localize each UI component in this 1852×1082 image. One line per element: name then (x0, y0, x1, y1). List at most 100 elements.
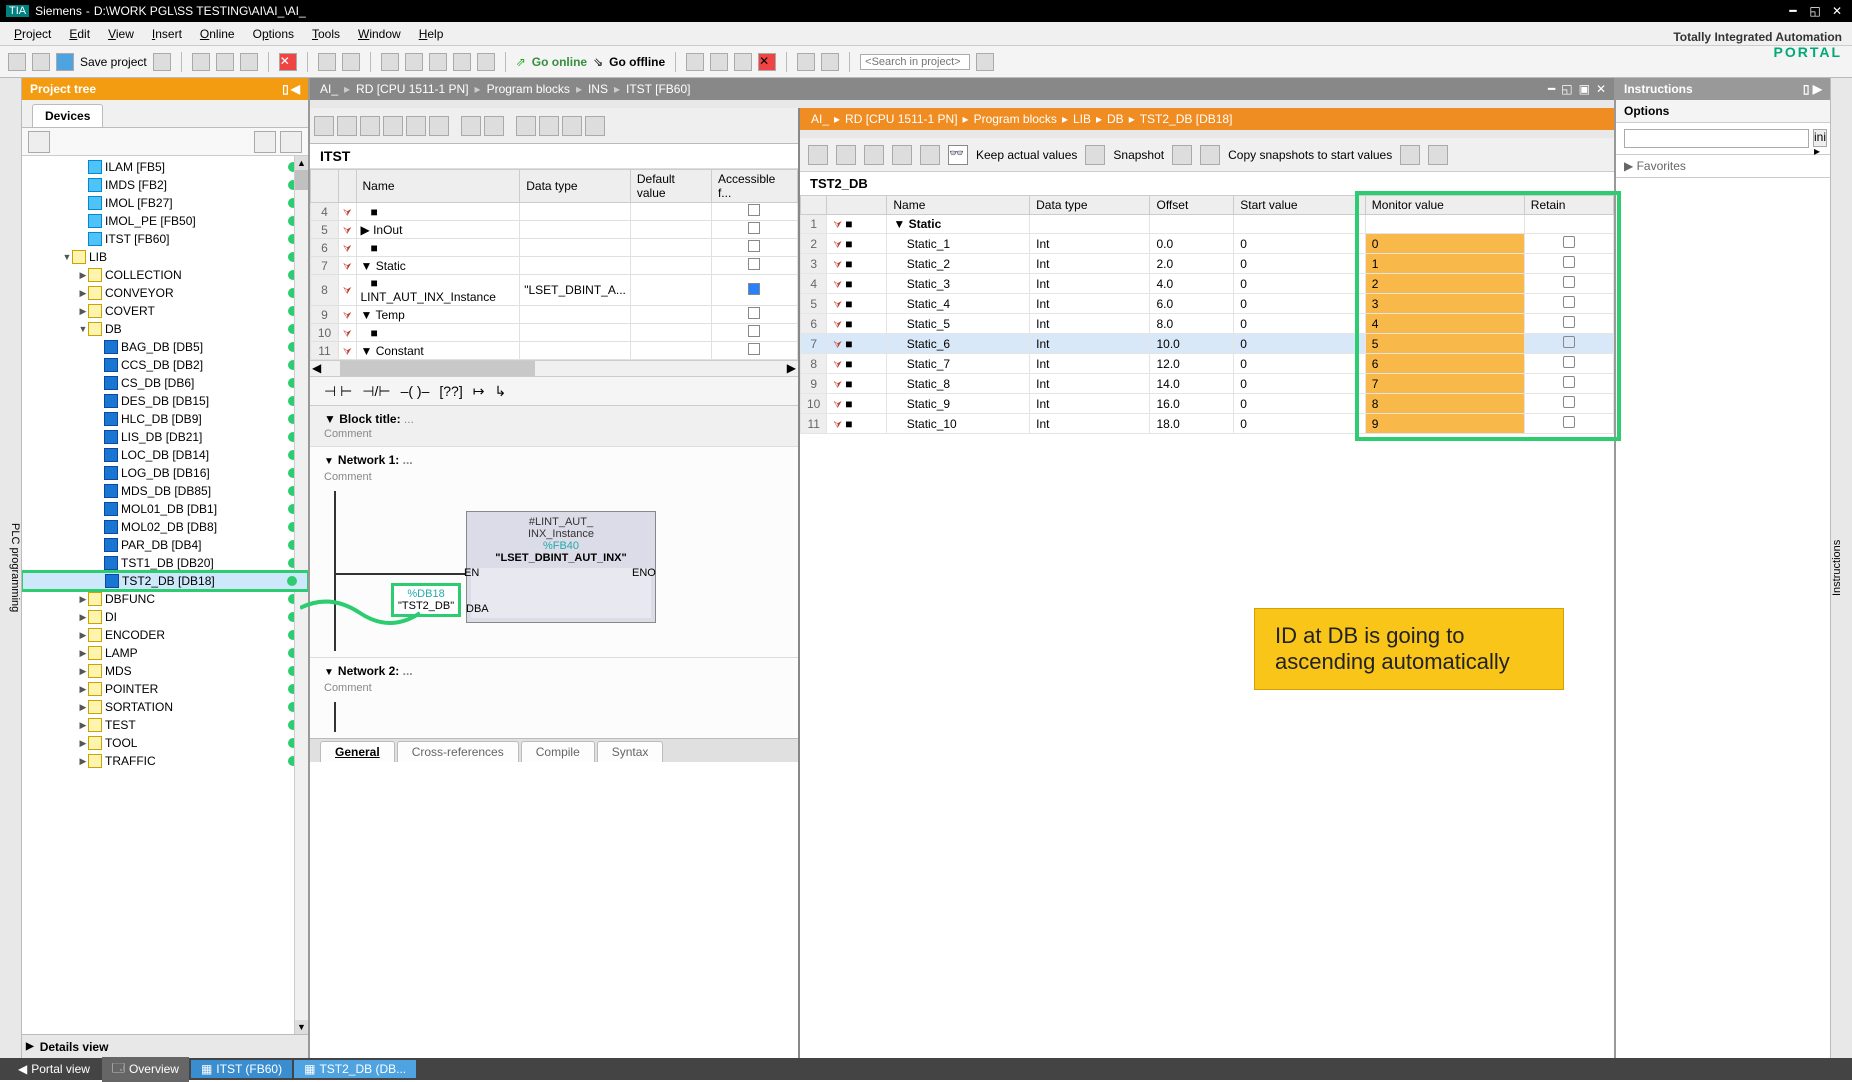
ct-icon[interactable] (562, 116, 582, 136)
monitor-row[interactable]: 8⮛ ■ Static_7Int12.006 (801, 354, 1614, 374)
db-reference-tag[interactable]: %DB18 "TST2_DB" (391, 583, 461, 617)
expand-icon[interactable]: ▶ (78, 288, 88, 299)
crumb[interactable]: AI_ (316, 82, 342, 96)
iface-row[interactable]: 8⮛ ■ LINT_AUT_INX_Instance"LSET_DBINT_A.… (311, 275, 798, 306)
contact-no-icon[interactable]: ⊣ ⊢ (324, 383, 352, 400)
monitor-row[interactable]: 3⮛ ■ Static_2Int2.001 (801, 254, 1614, 274)
minimize-button[interactable]: ━ (1784, 4, 1802, 18)
compile-icon[interactable] (429, 53, 447, 71)
new-icon[interactable] (8, 53, 26, 71)
tree-item-collection[interactable]: ▶COLLECTION (22, 266, 308, 284)
tree-item-tst1-db-db20-[interactable]: TST1_DB [DB20] (22, 554, 308, 572)
ct-icon[interactable] (429, 116, 449, 136)
crumb[interactable]: Program blocks (971, 112, 1060, 126)
details-view-bar[interactable]: ▶ Details view (22, 1034, 308, 1058)
project-search-input[interactable] (860, 54, 970, 70)
coil-icon[interactable]: –( )– (401, 383, 430, 399)
iface-row[interactable]: 6⮛ ■ (311, 239, 798, 257)
tree-item-imds-fb2-[interactable]: IMDS [FB2] (22, 176, 308, 194)
tree-item-tool[interactable]: ▶TOOL (22, 734, 308, 752)
tree-item-encoder[interactable]: ▶ENCODER (22, 626, 308, 644)
ct-icon[interactable] (406, 116, 426, 136)
expand-icon[interactable]: ▶ (78, 630, 88, 641)
tree-item-imol-fb27-[interactable]: IMOL [FB27] (22, 194, 308, 212)
fav-expand-icon[interactable]: ▶ (1624, 159, 1633, 173)
bt-expand-icon[interactable]: ▼ (324, 412, 336, 426)
expand-icon[interactable]: ▶ (78, 594, 88, 605)
monitor-row[interactable]: 5⮛ ■ Static_4Int6.003 (801, 294, 1614, 314)
menu-options[interactable]: Options (245, 25, 302, 43)
snap2-icon[interactable] (1200, 145, 1220, 165)
hmi-icon[interactable] (477, 53, 495, 71)
expand-icon[interactable]: ▶ (78, 612, 88, 623)
ct-icon[interactable] (337, 116, 357, 136)
rp-collapse-icon[interactable]: ▶ (1813, 82, 1822, 96)
tree-item-dbfunc[interactable]: ▶DBFUNC (22, 590, 308, 608)
iface-row[interactable]: 9⮛▼ Temp (311, 306, 798, 324)
tree-item-di[interactable]: ▶DI (22, 608, 308, 626)
crumb[interactable]: INS (584, 82, 612, 96)
expand-icon[interactable]: ▶ (78, 684, 88, 695)
tree-item-ilam-fb5-[interactable]: ILAM [FB5] (22, 158, 308, 176)
keep-icon[interactable] (1085, 145, 1105, 165)
expand-icon[interactable]: ▶ (78, 720, 88, 731)
tree-item-sortation[interactable]: ▶SORTATION (22, 698, 308, 716)
branch2-icon[interactable]: ↳ (494, 383, 506, 400)
tree-item-itst-fb60-[interactable]: ITST [FB60] (22, 230, 308, 248)
crumb[interactable]: AI_ (808, 112, 832, 126)
monitor-row[interactable]: 9⮛ ■ Static_8Int14.007 (801, 374, 1614, 394)
mt-icon[interactable] (864, 145, 884, 165)
iface-col-header[interactable] (339, 170, 357, 203)
print-icon[interactable] (153, 53, 171, 71)
expand-icon[interactable]: ▶ (78, 666, 88, 677)
box-icon[interactable]: [??] (439, 383, 462, 399)
pt-tool-3[interactable] (280, 131, 302, 153)
iface-row[interactable]: 4⮛ ■ (311, 203, 798, 221)
ct-icon[interactable] (314, 116, 334, 136)
snap-icon[interactable] (1172, 145, 1192, 165)
block-comment[interactable]: Comment (324, 428, 784, 440)
tree-item-lis-db-db21-[interactable]: LIS_DB [DB21] (22, 428, 308, 446)
tree-item-imol-pe-fb50-[interactable]: IMOL_PE [FB50] (22, 212, 308, 230)
mt-icon[interactable] (892, 145, 912, 165)
ct-icon[interactable] (539, 116, 559, 136)
mon-col-header[interactable]: Monitor value (1365, 196, 1524, 215)
mt-icon[interactable] (808, 145, 828, 165)
iface-row[interactable]: 7⮛▼ Static (311, 257, 798, 275)
expand-icon[interactable]: ▶ (78, 270, 88, 281)
keep-actual-button[interactable]: Keep actual values (976, 148, 1077, 162)
mt-icon[interactable] (920, 145, 940, 165)
iface-row[interactable]: 11⮛▼ Constant (311, 342, 798, 360)
editor-restore-icon[interactable]: ◱ (1559, 82, 1574, 96)
editor-min-icon[interactable]: ━ (1546, 82, 1557, 96)
tree-item-bag-db-db5-[interactable]: BAG_DB [DB5] (22, 338, 308, 356)
scroll-up-icon[interactable]: ▲ (295, 156, 308, 170)
tool-icon-1[interactable] (686, 53, 704, 71)
go-online-icon[interactable]: ⇗ (516, 55, 526, 69)
crumb[interactable]: LIB (1070, 112, 1094, 126)
cut-icon[interactable] (192, 53, 210, 71)
tool-delete-icon[interactable]: ✕ (758, 53, 776, 71)
crumb[interactable]: TST2_DB [DB18] (1137, 112, 1236, 126)
open-icon[interactable] (32, 53, 50, 71)
menu-project[interactable]: Project (6, 25, 59, 43)
save-icon[interactable] (56, 53, 74, 71)
menu-window[interactable]: Window (350, 25, 409, 43)
undo-icon[interactable] (318, 53, 336, 71)
iface-col-header[interactable] (311, 170, 339, 203)
menu-online[interactable]: Online (192, 25, 243, 43)
options-header[interactable]: Options (1616, 100, 1830, 123)
tree-item-mol01-db-db1-[interactable]: MOL01_DB [DB1] (22, 500, 308, 518)
portal-view-button[interactable]: ◀ Portal view (8, 1060, 100, 1078)
tree-item-des-db-db15-[interactable]: DES_DB [DB15] (22, 392, 308, 410)
save-project-label[interactable]: Save project (80, 55, 147, 69)
tree-item-test[interactable]: ▶TEST (22, 716, 308, 734)
mt-icon[interactable] (836, 145, 856, 165)
mon-col-header[interactable] (827, 196, 887, 215)
copy-icon[interactable] (1400, 145, 1420, 165)
tree-item-mol02-db-db8-[interactable]: MOL02_DB [DB8] (22, 518, 308, 536)
iface-col-header[interactable]: Default value (630, 170, 711, 203)
go-online-button[interactable]: Go online (532, 55, 587, 69)
expand-icon[interactable]: ▶ (78, 306, 88, 317)
tst2db-tab[interactable]: ▦ TST2_DB (DB... (294, 1060, 416, 1078)
